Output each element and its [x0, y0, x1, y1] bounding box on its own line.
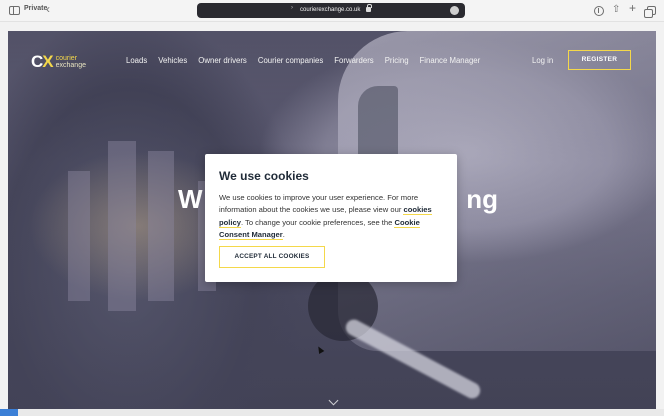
loading-progress-indicator [0, 409, 18, 416]
nav-item-forwarders[interactable]: Forwarders [334, 56, 373, 65]
share-icon[interactable]: ⇧ [612, 4, 620, 16]
chevron-down-icon[interactable] [328, 395, 339, 406]
browser-toolbar: Private ‹ › courierexchange.co.uk ⇧ + [0, 0, 664, 22]
site-logo[interactable]: CX courier exchange [31, 52, 86, 72]
background-building [108, 141, 136, 311]
nav-item-pricing[interactable]: Pricing [385, 56, 409, 65]
new-tab-icon[interactable]: + [629, 2, 636, 14]
sidebar-toggle-icon[interactable] [9, 6, 20, 15]
nav-item-finance-manager[interactable]: Finance Manager [420, 56, 481, 65]
nav-item-loads[interactable]: Loads [126, 56, 147, 65]
logo-mark: CX [31, 52, 54, 71]
download-icon[interactable] [594, 6, 604, 16]
cookie-dialog-text: We use cookies to improve your user expe… [219, 193, 432, 241]
background-building [148, 151, 174, 301]
accept-all-cookies-button[interactable]: ACCEPT ALL COOKIES [219, 246, 325, 268]
bottom-edge-bar [0, 409, 664, 416]
logo-wordmark: courier exchange [55, 55, 86, 69]
url-text: courierexchange.co.uk [300, 6, 361, 13]
background-building [68, 171, 90, 301]
register-button[interactable]: REGISTER [568, 50, 631, 70]
tab-overview-icon[interactable] [644, 6, 656, 18]
nav-item-owner-drivers[interactable]: Owner drivers [198, 56, 247, 65]
hero-title-left: W [178, 184, 203, 214]
hero-title-right: ng [466, 184, 498, 214]
nav-item-vehicles[interactable]: Vehicles [158, 56, 187, 65]
lock-icon [366, 4, 372, 12]
login-link[interactable]: Log in [532, 56, 553, 65]
back-button[interactable]: ‹ [46, 2, 50, 16]
cookie-dialog-title: We use cookies [219, 169, 309, 183]
cookie-consent-dialog: We use cookies We use cookies to improve… [205, 154, 457, 282]
private-mode-label: Private [24, 5, 48, 12]
nav-item-courier-companies[interactable]: Courier companies [258, 56, 323, 65]
address-bar[interactable]: › courierexchange.co.uk [197, 3, 465, 18]
address-arrow-icon: › [291, 5, 293, 11]
privacy-report-icon[interactable] [450, 6, 459, 15]
main-nav: Loads Vehicles Owner drivers Courier com… [126, 56, 491, 65]
